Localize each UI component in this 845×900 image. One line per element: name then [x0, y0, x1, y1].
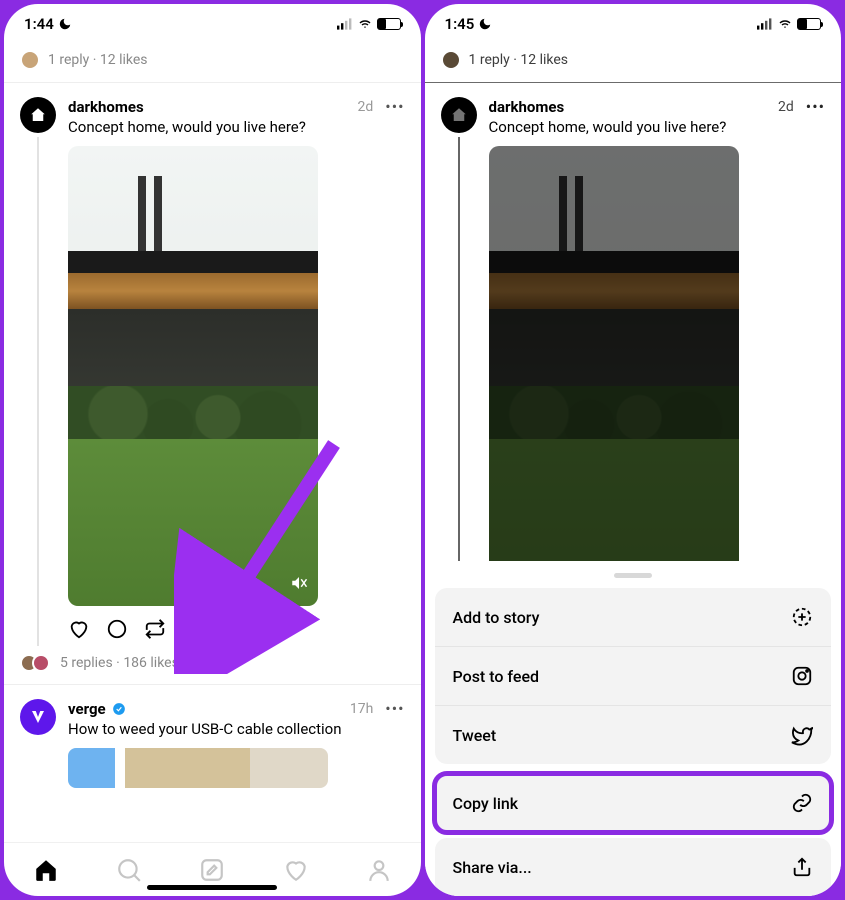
post-darkhomes[interactable]: darkhomes 2d ••• Concept home, would you…	[4, 83, 421, 650]
status-time: 1:45	[445, 15, 475, 33]
dnd-moon-icon	[478, 17, 492, 31]
username[interactable]: darkhomes	[68, 98, 144, 116]
status-time: 1:44	[24, 15, 54, 33]
username: darkhomes	[489, 98, 565, 116]
like-icon[interactable]	[68, 618, 90, 640]
avatar-darkhomes[interactable]	[20, 97, 56, 133]
sheet-item-add-to-story[interactable]: Add to story	[435, 588, 832, 646]
sheet-item-share-via[interactable]: Share via...	[435, 838, 832, 896]
battery-icon	[797, 18, 821, 30]
mute-icon[interactable]	[290, 574, 308, 596]
reply-count: 1 reply	[48, 52, 89, 68]
post-verge[interactable]: verge 17h ••• How to weed your USB-C cab…	[4, 685, 421, 788]
sheet-group-sharevia: Share via...	[435, 838, 832, 896]
status-bar: 1:45	[425, 4, 842, 44]
sheet-label: Share via...	[453, 858, 532, 877]
post-menu-button[interactable]: •••	[379, 97, 404, 116]
sheet-item-tweet[interactable]: Tweet	[435, 705, 832, 764]
like-count: 186 likes	[123, 655, 179, 671]
post-text: Concept home, would you live here?	[489, 118, 826, 136]
thread-line	[37, 137, 39, 646]
sheet-item-copy-link[interactable]: Copy link	[435, 774, 832, 832]
tab-home-icon[interactable]	[33, 857, 59, 883]
home-icon	[29, 106, 47, 124]
mini-avatar	[443, 52, 459, 68]
cellular-icon	[337, 18, 353, 30]
reply-icon[interactable]	[106, 618, 128, 640]
post-actions	[68, 606, 405, 646]
post-text: How to weed your USB-C cable collection	[68, 720, 405, 738]
feed[interactable]: 1 reply · 12 likes darkhomes 2d ••• Conc…	[4, 44, 421, 842]
sheet-group-copy: Copy link	[435, 774, 832, 832]
sheet-grabber[interactable]	[614, 573, 652, 578]
sheet-label: Add to story	[453, 608, 540, 627]
sheet-item-post-to-feed[interactable]: Post to feed	[435, 646, 832, 705]
avatar-darkhomes	[441, 97, 477, 133]
sheet-label: Tweet	[453, 726, 497, 745]
link-icon	[791, 792, 813, 814]
post-media[interactable]	[68, 146, 318, 606]
sheet-group-share: Add to story Post to feed Tweet	[435, 588, 832, 764]
like-count: 12 likes	[100, 52, 148, 68]
add-to-story-icon	[791, 606, 813, 628]
tab-profile-icon[interactable]	[366, 857, 392, 883]
verge-logo-icon	[29, 708, 47, 726]
post-time: 2d	[358, 99, 374, 115]
instagram-icon	[791, 665, 813, 687]
verified-badge-icon	[112, 702, 126, 716]
post-meta[interactable]: 5 replies · 186 likes	[4, 650, 421, 684]
twitter-icon	[791, 724, 813, 746]
sheet-label: Copy link	[453, 794, 519, 813]
sheet-label: Post to feed	[453, 667, 540, 686]
status-bar: 1:44	[4, 4, 421, 44]
phone-right: 1:45 1 reply · 12 likes darkhomes	[425, 4, 842, 896]
tab-activity-icon[interactable]	[283, 857, 309, 883]
home-indicator[interactable]	[147, 885, 277, 890]
wifi-icon	[357, 18, 373, 30]
post-time: 2d	[778, 99, 794, 115]
post-time: 17h	[350, 701, 373, 717]
wifi-icon	[777, 18, 793, 30]
share-sheet[interactable]: Add to story Post to feed Tweet Copy lin…	[425, 561, 842, 896]
post-menu-button[interactable]: •••	[379, 699, 404, 718]
reply-count: 1 reply	[469, 52, 510, 68]
battery-icon	[377, 18, 401, 30]
tab-search-icon[interactable]	[116, 857, 142, 883]
repost-icon[interactable]	[144, 618, 166, 640]
phone-left: 1:44 1 reply · 12 likes darkhomes	[4, 4, 421, 896]
prev-thread-meta[interactable]: 1 reply · 12 likes	[4, 44, 421, 82]
seen-avatars	[20, 654, 50, 672]
share-via-icon	[791, 856, 813, 878]
mini-avatar	[22, 52, 38, 68]
share-icon[interactable]	[182, 618, 204, 640]
post-menu-button: •••	[800, 97, 825, 116]
prev-thread-meta: 1 reply · 12 likes	[425, 44, 842, 82]
tab-compose-icon[interactable]	[199, 857, 225, 883]
cellular-icon	[757, 18, 773, 30]
post-text: Concept home, would you live here?	[68, 118, 405, 136]
post-media[interactable]	[68, 748, 328, 788]
home-icon	[450, 106, 468, 124]
username[interactable]: verge	[68, 700, 106, 718]
avatar-verge[interactable]	[20, 699, 56, 735]
like-count: 12 likes	[520, 52, 568, 68]
dnd-moon-icon	[58, 17, 72, 31]
reply-count: 5 replies	[60, 655, 113, 671]
